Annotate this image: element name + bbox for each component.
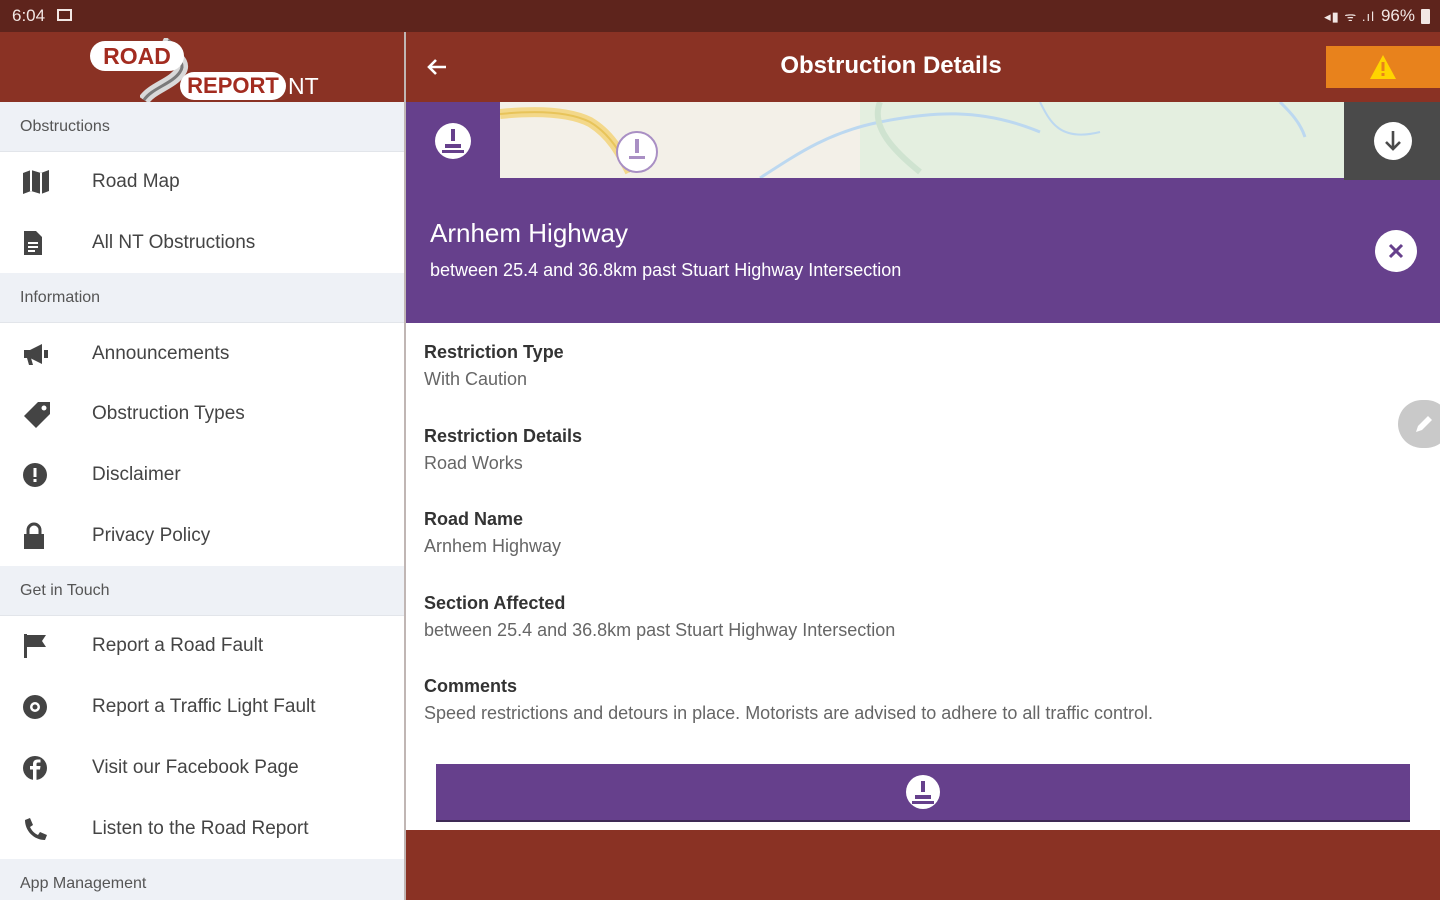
menu-item-obstruction-types[interactable]: Obstruction Types <box>0 384 404 445</box>
edit-button[interactable] <box>1398 400 1440 448</box>
field-label: Comments <box>424 676 518 696</box>
document-icon <box>0 230 92 256</box>
menu-item-listen-road-report[interactable]: Listen to the Road Report <box>0 798 404 859</box>
megaphone-icon <box>0 342 92 366</box>
obstruction-details-panel: Obstruction Details Arnhem Highway betwe… <box>404 32 1440 900</box>
menu-item-label: Obstruction Types <box>92 403 245 425</box>
field-restriction-type: Restriction Type With Caution <box>424 342 1404 426</box>
logo-report-text: REPORT <box>180 72 286 100</box>
menu-item-label: Report a Traffic Light Fault <box>92 696 316 718</box>
status-time: 6:04 <box>12 6 46 25</box>
menu-item-report-traffic-light-fault[interactable]: Report a Traffic Light Fault <box>0 677 404 738</box>
obstruction-details-list: Restriction Type With Caution Restrictio… <box>424 342 1404 760</box>
phone-icon <box>0 816 92 842</box>
battery-percent: 96% <box>1380 6 1415 25</box>
menu-item-label: Road Map <box>92 171 180 193</box>
logo-nt-text: NT <box>288 73 319 99</box>
close-icon <box>1388 243 1404 259</box>
arrow-down-circle-icon <box>1374 122 1412 160</box>
section-header-information: Information <box>0 273 404 324</box>
report-warning-button[interactable] <box>1326 46 1440 88</box>
menu-item-disclaimer[interactable]: Disclaimer <box>0 445 404 506</box>
facebook-icon <box>0 755 92 781</box>
menu-item-label: All NT Obstructions <box>92 232 256 254</box>
menu-item-label: Privacy Policy <box>92 524 211 546</box>
map-icon <box>0 169 92 195</box>
road-works-badge <box>406 102 500 180</box>
menu-item-label: Disclaimer <box>92 464 181 486</box>
road-name-heading: Arnhem Highway <box>430 218 628 248</box>
alert-circle-icon <box>0 462 92 488</box>
map-preview-row <box>406 102 1440 180</box>
menu-item-label: Visit our Facebook Page <box>92 756 299 778</box>
flag-icon <box>0 633 92 659</box>
field-label: Restriction Type <box>424 342 564 362</box>
status-bar: 6:04 ◂▮ ᯤ .ıl 96% <box>0 0 1440 32</box>
field-value: between 25.4 and 36.8km past Stuart High… <box>424 619 896 640</box>
battery-icon <box>1421 8 1430 24</box>
directions-button[interactable] <box>1344 102 1440 180</box>
menu-item-label: Report a Road Fault <box>92 635 264 657</box>
menu-item-all-nt-obstructions[interactable]: All NT Obstructions <box>0 213 404 274</box>
field-value: Arnhem Highway <box>424 536 562 556</box>
map-thumbnail-graphic <box>500 102 1344 178</box>
lock-icon <box>0 522 92 550</box>
field-value: With Caution <box>424 369 528 389</box>
obstruction-title-band: Arnhem Highway between 25.4 and 36.8km p… <box>406 180 1440 323</box>
footer-bar <box>406 830 1440 900</box>
menu-item-report-road-fault[interactable]: Report a Road Fault <box>0 616 404 677</box>
field-value: Road Works <box>424 452 523 473</box>
section-header-app-management: App Management <box>0 858 404 900</box>
field-restriction-details: Restriction Details Road Works <box>424 426 1404 510</box>
field-comments: Comments Speed restrictions and detours … <box>424 676 1404 760</box>
field-label: Restriction Details <box>424 425 583 446</box>
road-section-subtitle: between 25.4 and 36.8km past Stuart High… <box>430 260 902 280</box>
menu-item-visit-facebook[interactable]: Visit our Facebook Page <box>0 738 404 799</box>
close-button[interactable] <box>1375 230 1417 272</box>
status-right: ◂▮ ᯤ .ıl 96% <box>1324 6 1430 26</box>
menu-item-label: Announcements <box>92 342 230 364</box>
section-header-get-in-touch: Get in Touch <box>0 566 404 617</box>
field-label: Section Affected <box>424 592 566 613</box>
pencil-icon <box>1416 416 1432 432</box>
menu-item-announcements[interactable]: Announcements <box>0 323 404 384</box>
warning-triangle-icon <box>1370 55 1396 79</box>
page-title: Obstruction Details <box>780 52 1002 79</box>
logo-road-text: ROAD <box>90 41 184 71</box>
field-value: Speed restrictions and detours in place.… <box>424 703 1154 723</box>
section-header-obstructions: Obstructions <box>0 102 404 152</box>
navigation-drawer: ROAD REPORT NT Obstructions Road Map All… <box>0 32 404 900</box>
app-bar: Obstruction Details <box>406 32 1440 102</box>
road-report-nt-logo: ROAD REPORT NT <box>88 38 324 102</box>
map-thumbnail[interactable] <box>500 102 1344 178</box>
road-works-icon <box>906 775 940 809</box>
obstruction-type-button[interactable] <box>436 764 1410 822</box>
field-road-name: Road Name Arnhem Highway <box>424 509 1404 593</box>
road-works-icon <box>435 123 471 159</box>
menu-item-privacy-policy[interactable]: Privacy Policy <box>0 505 404 566</box>
image-notification-icon <box>57 9 72 21</box>
tag-icon <box>0 400 92 429</box>
signal-icon: ◂▮ ᯤ .ıl <box>1324 9 1375 24</box>
traffic-light-icon <box>0 694 92 720</box>
drawer-header: ROAD REPORT NT <box>0 32 404 102</box>
menu-item-road-map[interactable]: Road Map <box>0 152 404 213</box>
field-section-affected: Section Affected between 25.4 and 36.8km… <box>424 593 1404 677</box>
menu-item-label: Listen to the Road Report <box>92 817 309 839</box>
field-label: Road Name <box>424 509 524 529</box>
